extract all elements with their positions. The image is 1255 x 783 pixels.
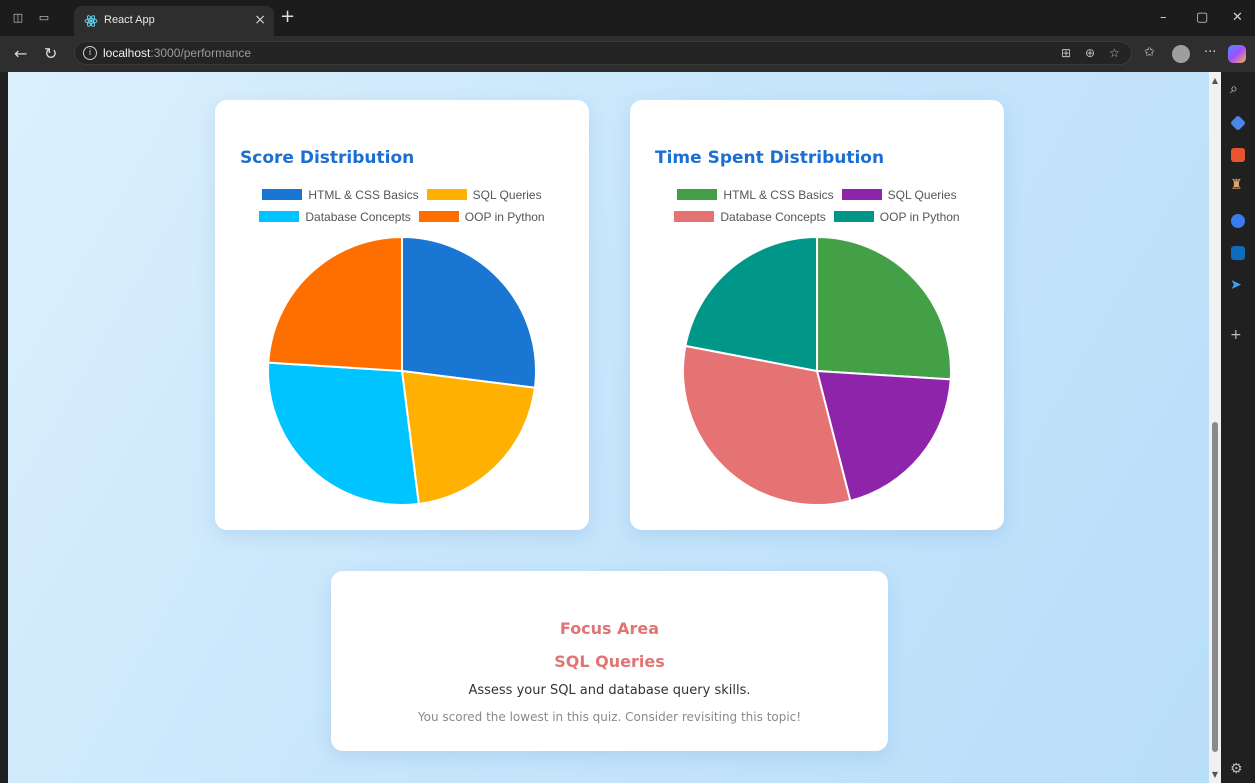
- chess-icon[interactable]: ♜: [1230, 178, 1243, 192]
- legend-row: Database Concepts OOP in Python: [630, 210, 1004, 224]
- legend-swatch: [833, 211, 874, 222]
- score-chart-title: Score Distribution: [240, 148, 415, 168]
- legend-item-sql-queries[interactable]: SQL Queries: [841, 188, 957, 202]
- legend-item-oop-in-python[interactable]: OOP in Python: [418, 210, 545, 224]
- profile-avatar[interactable]: [1172, 45, 1190, 63]
- legend-swatch: [259, 211, 300, 222]
- pie-slice-html-and-css-basics[interactable]: [401, 236, 537, 389]
- legend-swatch: [418, 211, 459, 222]
- close-tab-icon[interactable]: ×: [254, 12, 266, 28]
- legend-label: SQL Queries: [472, 188, 542, 202]
- legend-label: HTML & CSS Basics: [308, 188, 419, 202]
- time-distribution-card: Time Spent Distribution HTML & CSS Basic…: [630, 100, 1004, 530]
- close-window-button[interactable]: ✕: [1232, 10, 1243, 25]
- pie-slice-html-and-css-basics[interactable]: [816, 236, 952, 381]
- url-text[interactable]: localhost:3000/performance: [103, 46, 251, 60]
- workspaces-icon[interactable]: ◫: [12, 12, 24, 24]
- copilot-sidebar-icon[interactable]: [1231, 214, 1245, 228]
- settings-icon[interactable]: ⚙: [1230, 762, 1243, 776]
- reader-view-icon[interactable]: ⊞: [1061, 46, 1071, 60]
- page-viewport: Score Distribution HTML & CSS Basics SQL …: [8, 72, 1209, 783]
- send-icon[interactable]: ➤: [1230, 278, 1242, 292]
- favorite-star-icon[interactable]: ☆: [1109, 46, 1120, 60]
- tab-title: React App: [104, 14, 155, 26]
- legend-item-oop-in-python[interactable]: OOP in Python: [833, 210, 960, 224]
- legend-item-html-and-css-basics[interactable]: HTML & CSS Basics: [262, 188, 419, 202]
- zoom-icon[interactable]: ⊕: [1085, 46, 1095, 60]
- legend-item-html-and-css-basics[interactable]: HTML & CSS Basics: [677, 188, 834, 202]
- scroll-down-arrow-icon[interactable]: ▼: [1211, 770, 1219, 779]
- tab-react-app[interactable]: React App ×: [74, 6, 274, 36]
- legend-item-sql-queries[interactable]: SQL Queries: [426, 188, 542, 202]
- legend-label: Database Concepts: [305, 210, 411, 224]
- new-tab-button[interactable]: +: [280, 8, 295, 26]
- legend-swatch: [262, 189, 303, 200]
- legend-row: HTML & CSS Basics SQL Queries: [215, 188, 589, 202]
- pie-slice-database-concepts[interactable]: [267, 361, 420, 506]
- react-icon: [84, 15, 98, 27]
- edge-sidebar: ⌕ ♜ ➤ + ⚙: [1221, 72, 1255, 783]
- legend-label: OOP in Python: [464, 210, 545, 224]
- focus-area-card: Focus Area SQL Queries Assess your SQL a…: [331, 571, 888, 751]
- focus-area-title: Focus Area: [559, 619, 660, 638]
- legend-label: OOP in Python: [879, 210, 960, 224]
- scroll-thumb[interactable]: [1212, 422, 1218, 752]
- search-icon[interactable]: ⌕: [1230, 82, 1238, 96]
- add-icon[interactable]: +: [1230, 328, 1242, 342]
- briefcase-icon[interactable]: [1231, 148, 1245, 162]
- tag-icon[interactable]: [1230, 115, 1246, 131]
- address-bar: ← ↻ i localhost:3000/performance ⊞ ⊕ ☆ ✩…: [0, 36, 1255, 72]
- focus-note: You scored the lowest in this quiz. Cons…: [417, 710, 802, 724]
- legend-row: HTML & CSS Basics SQL Queries: [630, 188, 1004, 202]
- url-field[interactable]: i localhost:3000/performance ⊞ ⊕ ☆: [74, 41, 1132, 65]
- page-scrollbar[interactable]: ▲ ▼: [1209, 72, 1221, 783]
- time-pie-chart: [682, 236, 952, 506]
- legend-label: HTML & CSS Basics: [723, 188, 834, 202]
- tab-bar: ◫ ▭ React App × + – ▢ ✕: [0, 0, 1255, 36]
- score-distribution-card: Score Distribution HTML & CSS Basics SQL …: [215, 100, 589, 530]
- url-host: localhost: [103, 46, 151, 60]
- legend-swatch: [677, 189, 718, 200]
- score-pie-chart: [267, 236, 537, 506]
- url-path: :3000/performance: [150, 46, 252, 60]
- copilot-icon[interactable]: [1228, 45, 1246, 63]
- more-menu-icon[interactable]: ···: [1204, 45, 1216, 60]
- back-arrow-icon[interactable]: ←: [14, 45, 27, 63]
- tab-actions-icon[interactable]: ▭: [38, 12, 50, 24]
- outlook-icon[interactable]: [1231, 246, 1245, 260]
- legend-label: SQL Queries: [887, 188, 957, 202]
- favorites-icon[interactable]: ✩: [1144, 45, 1155, 60]
- scroll-up-arrow-icon[interactable]: ▲: [1211, 76, 1219, 85]
- focus-topic: SQL Queries: [554, 652, 665, 671]
- site-info-icon[interactable]: i: [83, 46, 97, 60]
- legend-swatch: [674, 211, 715, 222]
- legend-swatch: [426, 189, 467, 200]
- legend-label: Database Concepts: [720, 210, 826, 224]
- pie-slice-oop-in-python[interactable]: [267, 236, 403, 373]
- refresh-icon[interactable]: ↻: [44, 45, 57, 63]
- legend-swatch: [841, 189, 882, 200]
- legend-item-database-concepts[interactable]: Database Concepts: [259, 210, 411, 224]
- focus-description: Assess your SQL and database query skill…: [468, 683, 751, 698]
- pie-slice-sql-queries[interactable]: [400, 369, 537, 506]
- legend-item-database-concepts[interactable]: Database Concepts: [674, 210, 826, 224]
- minimize-button[interactable]: –: [1160, 10, 1167, 25]
- restore-button[interactable]: ▢: [1196, 10, 1208, 25]
- legend-row: Database Concepts OOP in Python: [215, 210, 589, 224]
- time-chart-title: Time Spent Distribution: [655, 148, 885, 168]
